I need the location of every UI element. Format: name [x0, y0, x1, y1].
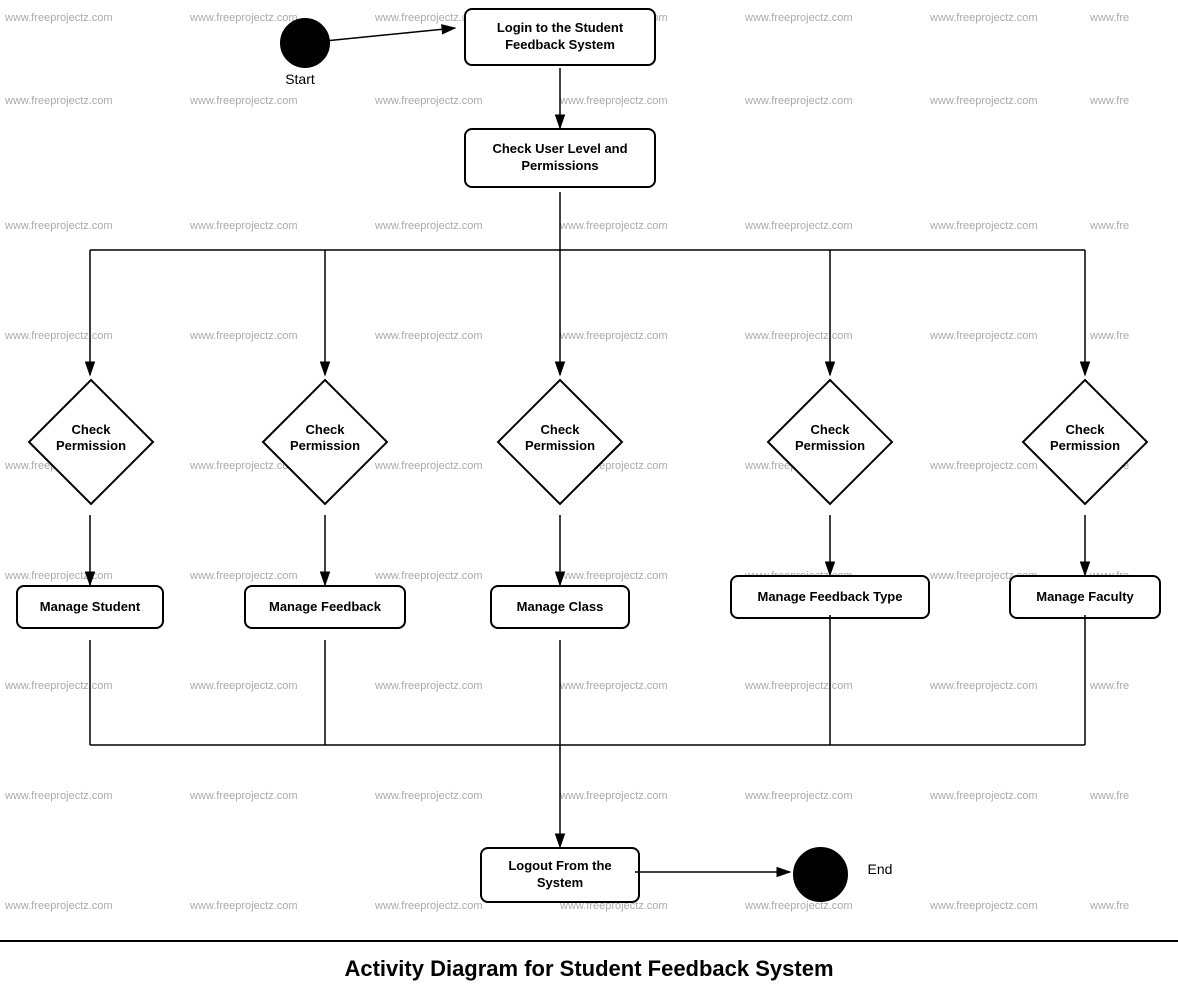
manage-feedback-type-box: Manage Feedback Type — [730, 575, 930, 619]
end-circle — [793, 847, 848, 902]
diagram-title: Activity Diagram for Student Feedback Sy… — [0, 940, 1178, 992]
svg-text:Permission: Permission — [1050, 438, 1120, 453]
logout-box: Logout From the System — [480, 847, 640, 903]
start-circle — [280, 18, 330, 68]
svg-text:Check: Check — [540, 422, 580, 437]
login-box: Login to the Student Feedback System — [464, 8, 656, 66]
manage-student-box: Manage Student — [16, 585, 164, 629]
manage-class-label: Manage Class — [517, 599, 604, 616]
svg-text:Permission: Permission — [56, 438, 126, 453]
svg-text:Permission: Permission — [290, 438, 360, 453]
manage-student-label: Manage Student — [40, 599, 140, 616]
diamond1-shape: Check Permission — [27, 378, 155, 506]
svg-text:Permission: Permission — [525, 438, 595, 453]
svg-text:Check: Check — [71, 422, 111, 437]
manage-feedback-label: Manage Feedback — [269, 599, 381, 616]
svg-text:Check: Check — [305, 422, 345, 437]
manage-faculty-box: Manage Faculty — [1009, 575, 1161, 619]
diamond5-shape: Check Permission — [1021, 378, 1149, 506]
check-permissions-label: Check User Level and Permissions — [472, 141, 648, 175]
check-permissions-box: Check User Level and Permissions — [464, 128, 656, 188]
manage-feedback-type-label: Manage Feedback Type — [758, 589, 903, 606]
svg-text:Check: Check — [1065, 422, 1105, 437]
svg-text:Permission: Permission — [795, 438, 865, 453]
diagram-container: Start Login to the Student Feedback Syst… — [0, 0, 1178, 992]
diamond4-shape: Check Permission — [766, 378, 894, 506]
end-label: End — [855, 860, 905, 878]
start-label: Start — [265, 70, 335, 88]
manage-feedback-box: Manage Feedback — [244, 585, 406, 629]
diamond2-shape: Check Permission — [261, 378, 389, 506]
svg-text:Check: Check — [810, 422, 850, 437]
manage-faculty-label: Manage Faculty — [1036, 589, 1134, 606]
manage-class-box: Manage Class — [490, 585, 630, 629]
login-label: Login to the Student Feedback System — [472, 20, 648, 54]
diamond3-shape: Check Permission — [496, 378, 624, 506]
logout-label: Logout From the System — [488, 858, 632, 892]
